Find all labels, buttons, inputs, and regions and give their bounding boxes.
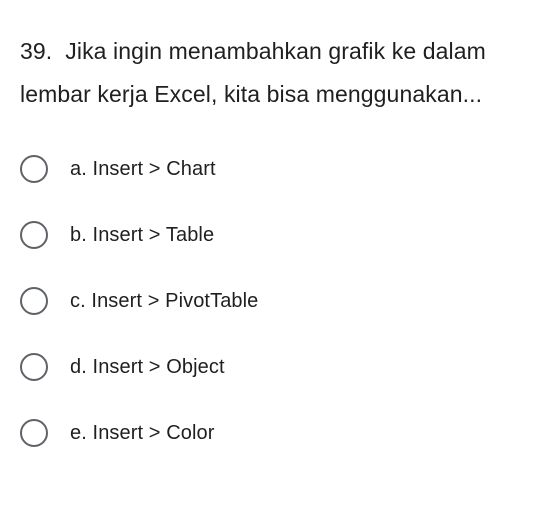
option-label: a. Insert > Chart <box>70 158 216 181</box>
question-text: 39. Jika ingin menambahkan grafik ke dal… <box>20 30 522 115</box>
question-number: 39. <box>20 38 52 64</box>
question-body: Jika ingin menambahkan grafik ke dalam l… <box>20 38 486 107</box>
option-label: d. Insert > Object <box>70 356 225 379</box>
radio-icon <box>20 353 48 381</box>
option-e[interactable]: e. Insert > Color <box>20 419 522 447</box>
options-list: a. Insert > Chart b. Insert > Table c. I… <box>20 155 522 447</box>
option-label: b. Insert > Table <box>70 224 214 247</box>
option-label: e. Insert > Color <box>70 422 215 445</box>
option-label: c. Insert > PivotTable <box>70 290 258 313</box>
option-a[interactable]: a. Insert > Chart <box>20 155 522 183</box>
option-b[interactable]: b. Insert > Table <box>20 221 522 249</box>
radio-icon <box>20 155 48 183</box>
option-c[interactable]: c. Insert > PivotTable <box>20 287 522 315</box>
option-d[interactable]: d. Insert > Object <box>20 353 522 381</box>
radio-icon <box>20 419 48 447</box>
radio-icon <box>20 221 48 249</box>
radio-icon <box>20 287 48 315</box>
